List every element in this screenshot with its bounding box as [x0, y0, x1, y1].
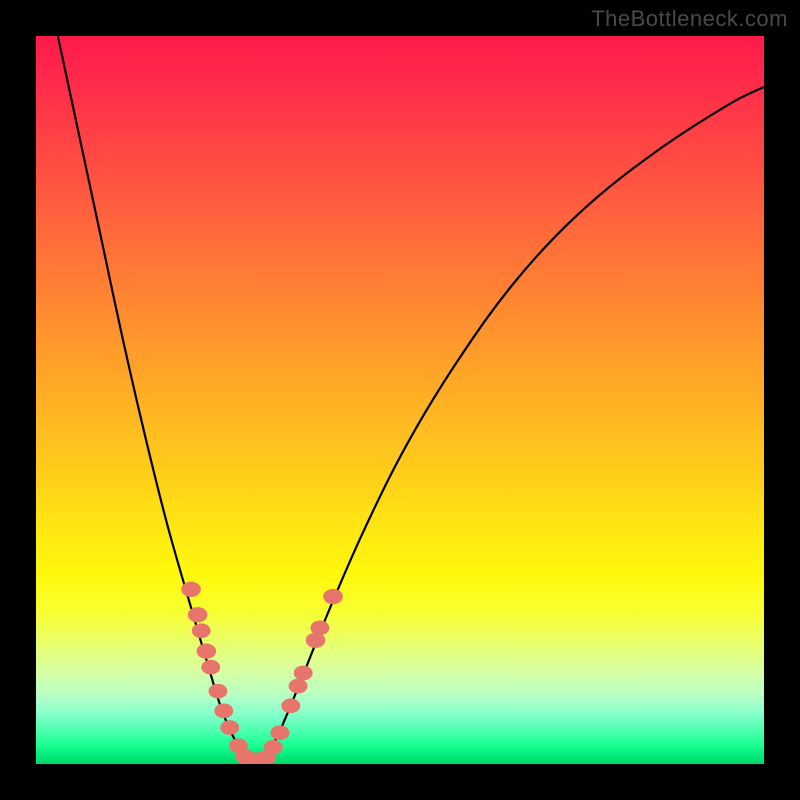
data-dot: [220, 720, 239, 735]
data-dot: [188, 607, 208, 622]
data-dot: [294, 666, 313, 681]
data-dot: [209, 684, 228, 699]
data-dots: [181, 582, 343, 764]
data-dot: [281, 698, 300, 713]
curve-svg: [36, 36, 764, 764]
data-dot: [289, 679, 308, 694]
data-dot: [214, 703, 233, 718]
data-dot: [181, 582, 201, 597]
data-dot: [197, 643, 217, 658]
data-dot: [323, 589, 343, 604]
chart-container: TheBottleneck.com: [0, 0, 800, 800]
data-dot: [270, 725, 289, 740]
watermark-text: TheBottleneck.com: [591, 6, 788, 32]
right-curve: [251, 87, 764, 761]
left-curve: [58, 36, 251, 760]
data-dot: [264, 740, 283, 755]
data-dot: [201, 660, 220, 675]
plot-area: [36, 36, 764, 764]
data-dot: [192, 623, 211, 638]
data-dot: [310, 620, 329, 635]
